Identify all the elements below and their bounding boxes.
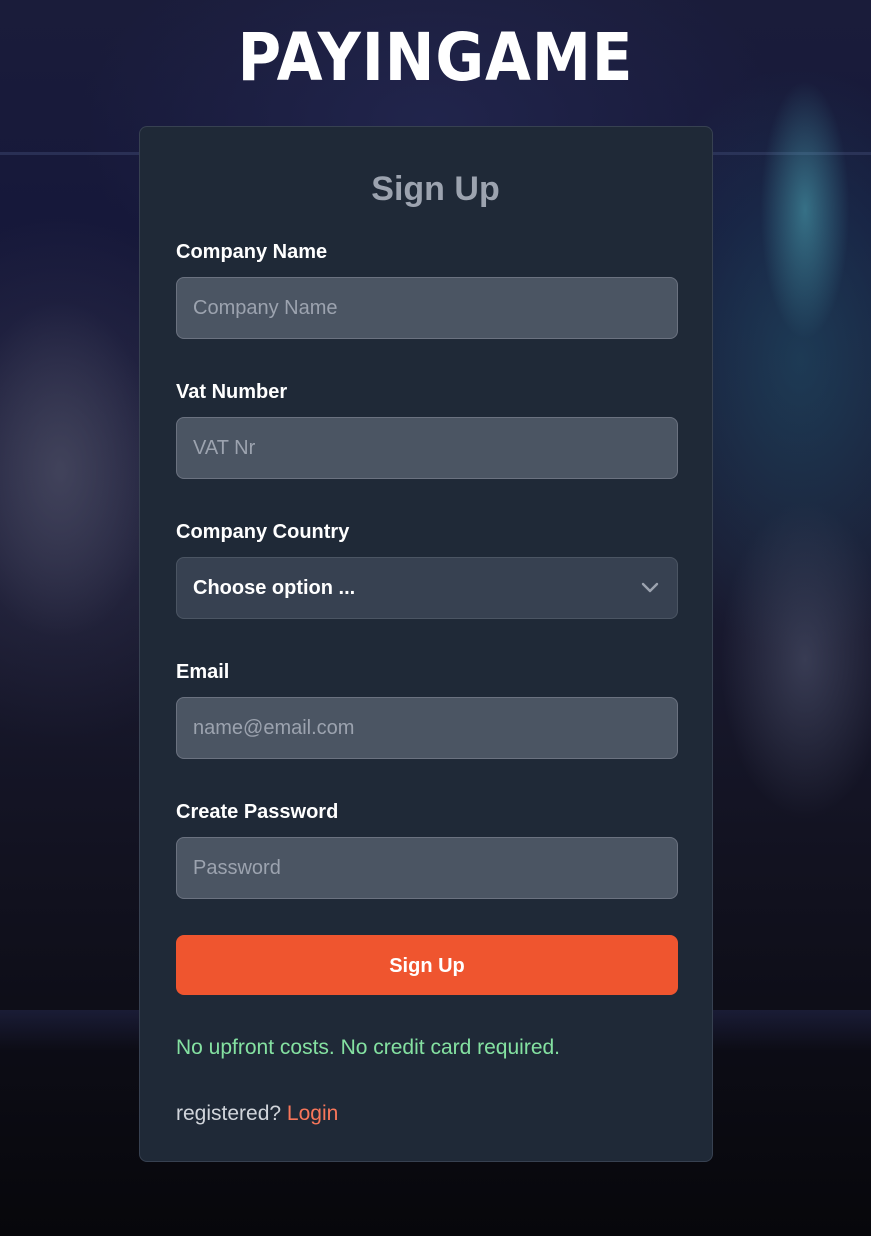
brand-logo: PAYINGAME	[237, 19, 634, 96]
email-label: Email	[176, 661, 230, 683]
login-link[interactable]: Login	[287, 1102, 338, 1125]
no-upfront-costs-note: No upfront costs. No credit card require…	[176, 1036, 561, 1059]
login-prompt: registered? Login	[176, 1100, 338, 1128]
vat-number-input[interactable]	[176, 417, 678, 479]
chevron-down-icon	[641, 582, 659, 593]
company-country-selected-value: Choose option ...	[193, 577, 356, 599]
vat-number-label: Vat Number	[176, 381, 288, 403]
password-input[interactable]	[176, 837, 678, 899]
company-name-input[interactable]	[176, 277, 678, 339]
sign-up-button[interactable]: Sign Up	[176, 935, 678, 995]
company-country-label: Company Country	[176, 521, 350, 543]
create-password-label: Create Password	[176, 801, 339, 823]
company-name-label: Company Name	[176, 241, 328, 263]
company-country-select[interactable]: Choose option ...	[176, 557, 678, 619]
form-title: Sign Up	[371, 170, 500, 208]
registered-text: registered?	[176, 1102, 282, 1125]
email-input[interactable]	[176, 697, 678, 759]
